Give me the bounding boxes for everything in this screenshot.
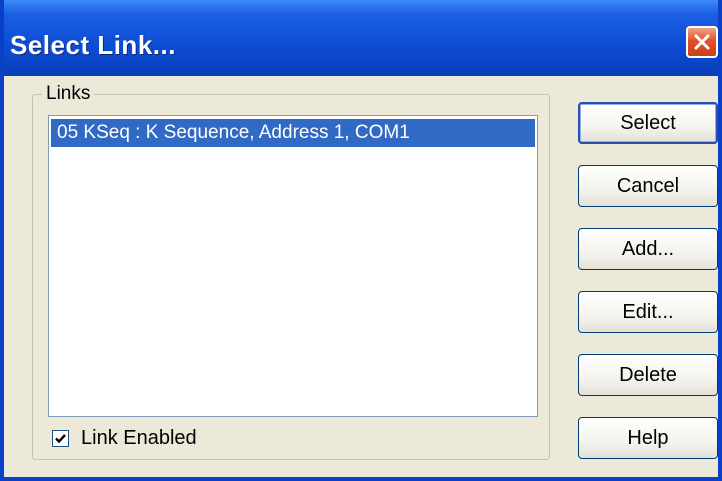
close-button[interactable] xyxy=(686,26,718,58)
add-button[interactable]: Add... xyxy=(578,228,718,270)
delete-button[interactable]: Delete xyxy=(578,354,718,396)
links-listbox[interactable]: 05 KSeq : K Sequence, Address 1, COM1 xyxy=(48,115,538,417)
close-icon xyxy=(694,34,710,50)
links-group-label: Links xyxy=(42,83,95,105)
select-link-dialog: Select Link... Links 05 KSeq : K Sequenc… xyxy=(0,0,722,481)
list-item-label: 05 KSeq : K Sequence, Address 1, COM1 xyxy=(57,122,410,143)
select-button[interactable]: Select xyxy=(578,102,718,144)
window-title: Select Link... xyxy=(10,30,176,60)
help-button[interactable]: Help xyxy=(578,417,718,459)
list-item[interactable]: 05 KSeq : K Sequence, Address 1, COM1 xyxy=(51,119,535,147)
cancel-button[interactable]: Cancel xyxy=(578,165,718,207)
checkmark-icon xyxy=(55,433,66,443)
edit-button[interactable]: Edit... xyxy=(578,291,718,333)
link-enabled-row[interactable]: Link Enabled xyxy=(52,427,197,449)
title-bar[interactable]: Select Link... xyxy=(4,0,718,76)
link-enabled-label: Link Enabled xyxy=(81,426,197,449)
link-enabled-checkbox[interactable] xyxy=(52,429,69,447)
